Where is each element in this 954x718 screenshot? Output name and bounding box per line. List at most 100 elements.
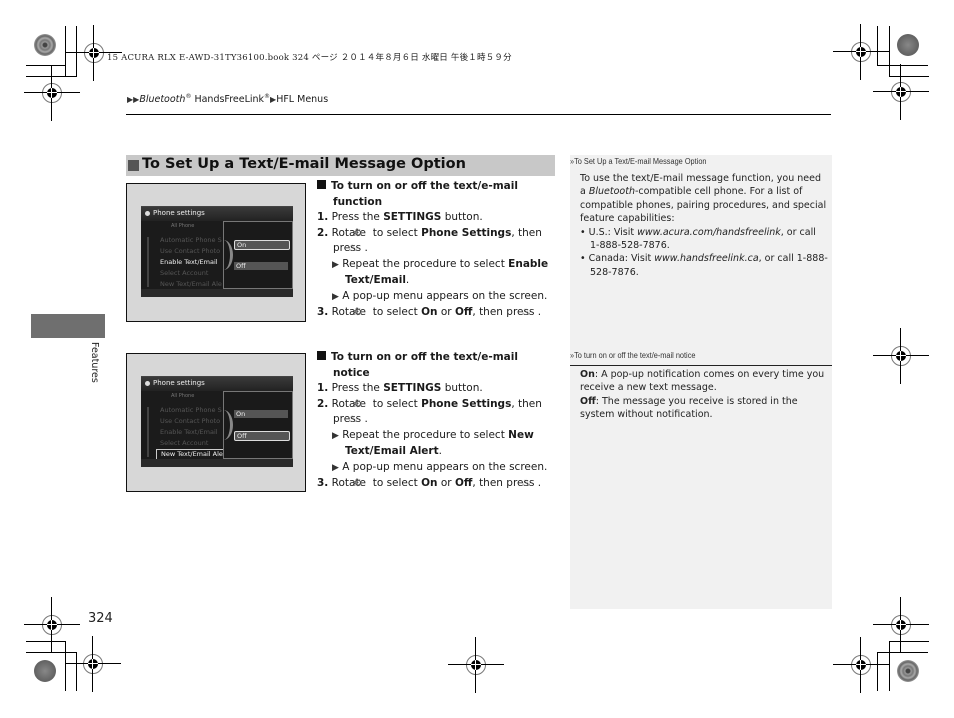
step-3: 3. Rotate ⚙ to select On or Off, then pr… [317, 306, 542, 318]
step-text: Press the [331, 211, 384, 223]
on-off-popup: On Off [223, 391, 293, 459]
step-text: . [364, 413, 368, 425]
procedure-1: To turn on or off the text/e-mail functi… [317, 179, 557, 321]
step-bold: SETTINGS [383, 382, 442, 394]
chapter-tab [31, 314, 105, 338]
side-note-heading: »To Set Up a Text/E-mail Message Option [570, 157, 707, 166]
note-text: . [438, 445, 442, 457]
step-text: Rotate [331, 397, 370, 410]
crop-line [76, 652, 77, 691]
step-text: button. [441, 211, 483, 223]
crop-line [877, 65, 928, 66]
side-note-body: On: A pop-up notification comes on every… [580, 368, 828, 422]
section-title: To Set Up a Text/E-mail Message Option [142, 156, 466, 172]
settings-dot-icon [145, 211, 150, 216]
contact-item: • U.S.: Visit www.acura.com/handsfreelin… [580, 226, 816, 252]
contact-item: • Canada: Visit www.handsfreelink.ca, or… [580, 253, 828, 278]
step-text: or [437, 306, 455, 318]
step-bold: Phone Settings [421, 397, 512, 410]
step-text: Rotate [331, 477, 370, 489]
option-text: : A pop-up notification comes on every t… [580, 369, 825, 394]
settings-dot-icon [145, 381, 150, 386]
breadcrumb-hfl-menus: HFL Menus [276, 94, 329, 106]
step-note: ▶ Repeat the procedure to select New Tex… [317, 428, 557, 460]
breadcrumb-handsfreelink: HandsFreeLink [191, 94, 265, 106]
phone-settings-screen: Phone settings All Phone Automatic Phone… [141, 206, 293, 297]
color-target-icon [897, 34, 919, 56]
contact-list: • U.S.: Visit www.acura.com/handsfreelin… [580, 226, 828, 280]
step-3: 3. Rotate ⚙ to select On or Off, then pr… [317, 477, 542, 489]
step-text: to select [369, 477, 422, 489]
note-text: Repeat the procedure to select [342, 257, 509, 270]
website-url: www.acura.com/handsfreelink [637, 226, 781, 238]
step-note: ▶ A pop-up menu appears on the screen. [317, 460, 557, 477]
chapter-label: Features [89, 342, 100, 383]
note-arrow-icon: ▶ [332, 462, 339, 473]
step-note: ▶ Repeat the procedure to select Enable … [317, 257, 557, 289]
popup-option-off: Off [234, 262, 288, 270]
page-number: 324 [88, 611, 113, 626]
registration-mark-icon [66, 25, 122, 81]
crop-line [877, 652, 878, 691]
popup-option-off: Off [234, 431, 290, 441]
screen-header: Phone settings [141, 207, 293, 221]
website-url: www.handsfreelink.ca [654, 253, 759, 265]
step-text: or [437, 477, 455, 489]
dial-arc-icon [214, 410, 233, 440]
registration-mark-icon [65, 636, 121, 692]
registration-mark-icon [833, 24, 889, 80]
registration-mark-icon [873, 597, 929, 653]
option-description: Off: The message you receive is stored i… [580, 395, 828, 422]
procedure-heading: To turn on or off the text/e-mail notice [317, 350, 557, 381]
note-text: . [405, 274, 410, 286]
step-text: to select [369, 306, 422, 318]
note-text: A pop-up menu appears on the screen. [342, 460, 548, 473]
color-target-icon [897, 660, 919, 682]
registration-mark-icon [24, 65, 80, 121]
step-2: 2. Rotate ⚙ to select Phone Settings, th… [317, 226, 542, 255]
step-number: 1. [317, 211, 329, 223]
note-arrow-icon: ▶ [332, 259, 339, 270]
step-1: 1. Press the SETTINGS button. [317, 210, 557, 226]
step-text: Press the [331, 382, 384, 394]
screen-footer [141, 459, 293, 467]
option-term: Off [580, 395, 596, 407]
step-text: . [537, 477, 542, 489]
registration-mark-icon [448, 637, 504, 693]
side-note-body: To use the text/E-mail message function,… [580, 172, 828, 279]
side-note-divider [570, 365, 832, 366]
step-number: 2. [317, 226, 329, 239]
step-bold: Phone Settings [421, 226, 512, 239]
side-note-heading-text: To turn on or off the text/e-mail notice [574, 351, 696, 360]
step-bold: SETTINGS [383, 211, 442, 223]
step-text: Rotate [331, 226, 370, 239]
breadcrumb-arrow-icon: ▶▶ [127, 95, 140, 105]
note-text: U.S.: Visit [588, 226, 638, 238]
crop-line [76, 26, 77, 76]
procedure-heading-text: To turn on or off the text/e-mail notice [331, 351, 518, 379]
screen-footer [141, 289, 293, 297]
crop-line [877, 26, 878, 66]
step-bold: Off [454, 477, 473, 489]
step-number: 3. [317, 306, 329, 318]
step-number: 1. [317, 382, 329, 394]
step-text: to select [369, 226, 422, 239]
option-description: On: A pop-up notification comes on every… [580, 368, 828, 395]
popup-option-on: On [234, 240, 290, 250]
print-header: 15 ACURA RLX E-AWD-31TY36100.book 324 ペー… [107, 53, 512, 63]
note-text: A pop-up menu appears on the screen. [342, 289, 548, 302]
step-text: . [364, 242, 368, 254]
scrollbar [147, 237, 149, 287]
screen-header: Phone settings [141, 377, 293, 391]
header-rule [126, 114, 831, 115]
crop-line [889, 641, 890, 691]
registration-mark-icon [24, 597, 80, 653]
color-target-icon [34, 34, 56, 56]
procedure-heading-text: To turn on or off the text/e-mail functi… [331, 180, 518, 208]
screen-title: Phone settings [153, 379, 205, 387]
side-note-heading: »To turn on or off the text/e-mail notic… [570, 351, 695, 360]
step-note: ▶ A pop-up menu appears on the screen. [317, 289, 557, 306]
crop-line [889, 76, 929, 77]
screen-tabs: All Phone [171, 393, 195, 399]
on-off-popup: On Off [223, 221, 293, 289]
